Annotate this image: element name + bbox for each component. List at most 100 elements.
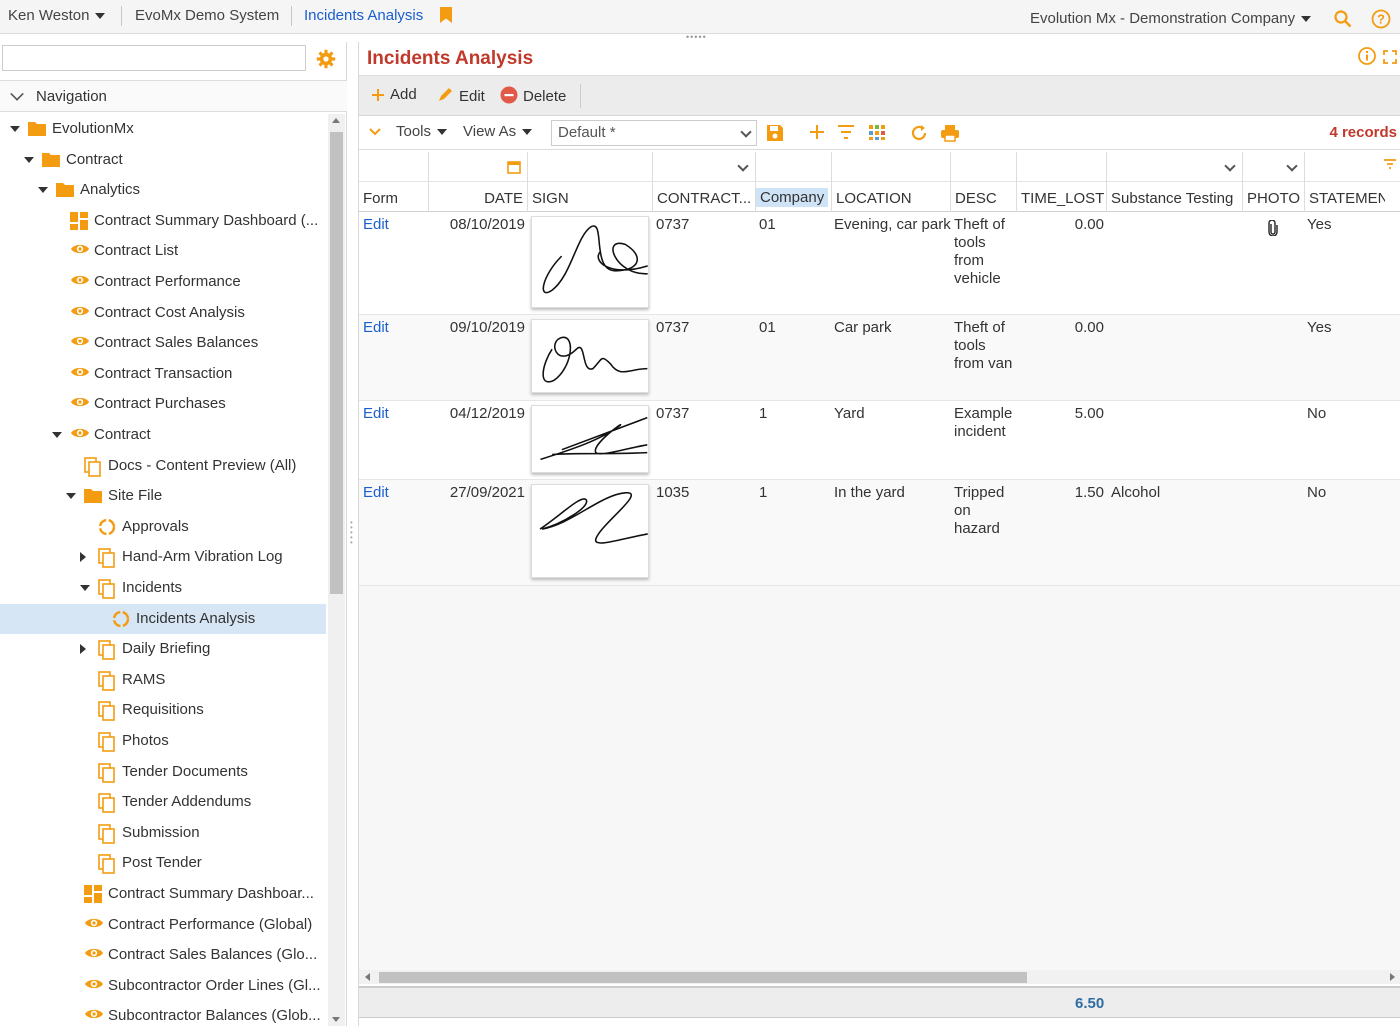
edit-button[interactable]: Edit — [436, 86, 485, 105]
sidebar-item[interactable]: Contract List — [0, 236, 326, 266]
search-icon[interactable] — [1334, 10, 1352, 28]
navigation-search-input[interactable] — [2, 45, 306, 71]
column-header-statement[interactable]: STATEMEN — [1305, 152, 1400, 212]
calendar-icon[interactable] — [507, 160, 521, 174]
tools-menu[interactable]: Tools — [396, 123, 448, 140]
refresh-icon[interactable] — [910, 124, 928, 142]
company-menu[interactable]: Evolution Mx - Demonstration Company — [1030, 10, 1312, 27]
sidebar-item[interactable]: Contract Transaction — [0, 359, 326, 389]
user-menu[interactable]: Ken Weston — [8, 7, 106, 24]
help-icon[interactable]: ? — [1371, 9, 1391, 29]
column-header-form[interactable]: Form — [359, 152, 429, 212]
eye-icon — [70, 304, 89, 322]
record-count: 4 records — [1329, 124, 1397, 141]
sidebar-item[interactable]: Docs - Content Preview (All) — [0, 451, 326, 481]
table-row[interactable]: Edit 27/09/2021 1035 1 In the yard Tripp… — [359, 480, 1400, 586]
column-header-time-lost[interactable]: TIME_LOST — [1017, 152, 1107, 212]
sidebar-item[interactable]: Contract Performance (Global) — [0, 910, 326, 940]
sidebar-item[interactable]: Requisitions — [0, 695, 326, 725]
sidebar-item[interactable]: EvolutionMx — [0, 114, 326, 144]
delete-button[interactable]: Delete — [500, 86, 566, 105]
sidebar-item[interactable]: Contract Summary Dashboar... — [0, 879, 326, 909]
panel-splitter[interactable]: • • • • • — [350, 519, 354, 547]
column-header-company[interactable]: Company — [756, 152, 832, 212]
scroll-up-icon[interactable] — [332, 118, 340, 123]
sidebar-item[interactable]: Contract Purchases — [0, 389, 326, 419]
sidebar-item[interactable]: Submission — [0, 818, 326, 848]
caret-down-icon[interactable] — [52, 432, 62, 438]
filter-icon[interactable] — [1383, 158, 1397, 170]
sidebar-item[interactable]: Contract Performance — [0, 267, 326, 297]
table-row[interactable]: Edit 04/12/2019 0737 1 Yard Example inci… — [359, 401, 1400, 480]
caret-down-icon[interactable] — [24, 156, 34, 163]
view-as-menu[interactable]: View As — [463, 123, 533, 140]
column-header-sign[interactable]: SIGN — [528, 152, 653, 212]
chevron-down-icon[interactable] — [1286, 160, 1298, 172]
sidebar-item[interactable]: Contract — [0, 420, 326, 450]
chevron-down-icon[interactable] — [1224, 160, 1236, 172]
sidebar-item[interactable]: Daily Briefing — [0, 634, 326, 664]
navigation-header[interactable]: Navigation — [0, 80, 347, 112]
column-header-substance-testing[interactable]: Substance Testing — [1107, 152, 1243, 212]
filter-icon[interactable] — [837, 124, 855, 140]
column-header-contract[interactable]: CONTRACT... — [653, 152, 756, 212]
view-select[interactable]: Default * — [551, 120, 757, 146]
sidebar-item[interactable]: Contract Sales Balances (Glo... — [0, 940, 326, 970]
navigation-scrollbar[interactable] — [328, 114, 345, 1026]
grid-columns-icon[interactable] — [868, 124, 886, 140]
expand-icon[interactable] — [1383, 50, 1397, 64]
add-button[interactable]: Add — [371, 86, 417, 103]
sidebar-item[interactable]: Incidents Analysis — [0, 603, 326, 634]
gear-icon[interactable] — [316, 49, 336, 69]
scroll-right-icon[interactable] — [1390, 973, 1395, 981]
sidebar-item[interactable]: Subcontractor Balances (Glob... — [0, 1001, 326, 1026]
sidebar-item[interactable]: RAMS — [0, 665, 326, 695]
caret-right-icon[interactable] — [80, 644, 86, 655]
sidebar-item[interactable]: Hand-Arm Vibration Log — [0, 542, 326, 572]
sidebar-item[interactable]: Photos — [0, 726, 326, 756]
caret-down-icon[interactable] — [38, 187, 48, 194]
current-page-tab[interactable]: Incidents Analysis — [304, 7, 423, 24]
sidebar-item[interactable]: Contract Sales Balances — [0, 328, 326, 358]
column-header-desc[interactable]: DESC — [951, 152, 1017, 212]
table-row[interactable]: Edit 09/10/2019 0737 01 Car park Theft o… — [359, 315, 1400, 401]
sidebar-item[interactable]: Subcontractor Order Lines (Gl... — [0, 971, 326, 1001]
column-header-photo[interactable]: PHOTO — [1243, 152, 1305, 212]
caret-down-icon[interactable] — [66, 493, 76, 500]
column-header-location[interactable]: LOCATION — [832, 152, 951, 212]
scrollbar-thumb[interactable] — [330, 132, 343, 594]
table-row[interactable]: Edit 08/10/2019 0737 01 Evening, car par… — [359, 212, 1400, 315]
scroll-down-icon[interactable] — [332, 1017, 340, 1022]
sidebar-item[interactable]: Incidents — [0, 573, 326, 603]
sidebar-item[interactable]: Approvals — [0, 512, 326, 542]
sidebar-item[interactable]: Contract Cost Analysis — [0, 298, 326, 328]
caret-right-icon[interactable] — [80, 552, 86, 563]
print-icon[interactable] — [940, 124, 960, 142]
edit-link[interactable]: Edit — [363, 216, 389, 234]
resize-grip[interactable]: ••••• — [686, 33, 707, 42]
scrollbar-thumb[interactable] — [379, 972, 1027, 983]
grid-horizontal-scrollbar[interactable] — [359, 970, 1400, 984]
save-icon[interactable] — [766, 124, 784, 142]
edit-link[interactable]: Edit — [363, 319, 389, 337]
sidebar-item[interactable]: Contract — [0, 145, 326, 175]
sidebar-item[interactable]: Tender Addendums — [0, 787, 326, 817]
info-icon[interactable] — [1357, 46, 1377, 66]
scroll-left-icon[interactable] — [365, 973, 370, 981]
plus-icon[interactable] — [809, 124, 825, 140]
edit-link[interactable]: Edit — [363, 405, 389, 423]
caret-down-icon[interactable] — [10, 126, 20, 132]
chevron-down-icon[interactable] — [369, 128, 381, 136]
sidebar-item[interactable]: Analytics — [0, 175, 326, 205]
edit-link[interactable]: Edit — [363, 484, 389, 502]
sidebar-item[interactable]: Tender Documents — [0, 757, 326, 787]
sidebar-item[interactable]: Contract Summary Dashboard (... — [0, 206, 326, 236]
chevron-down-icon[interactable] — [737, 160, 749, 172]
sidebar-item[interactable]: Post Tender — [0, 848, 326, 878]
caret-down-icon[interactable] — [80, 585, 90, 591]
sidebar-item[interactable]: Site File — [0, 481, 326, 511]
bookmark-icon[interactable] — [440, 7, 452, 23]
paperclip-icon[interactable] — [1267, 220, 1279, 236]
system-link[interactable]: EvoMx Demo System — [135, 7, 279, 24]
column-header-date[interactable]: DATE — [429, 152, 528, 212]
